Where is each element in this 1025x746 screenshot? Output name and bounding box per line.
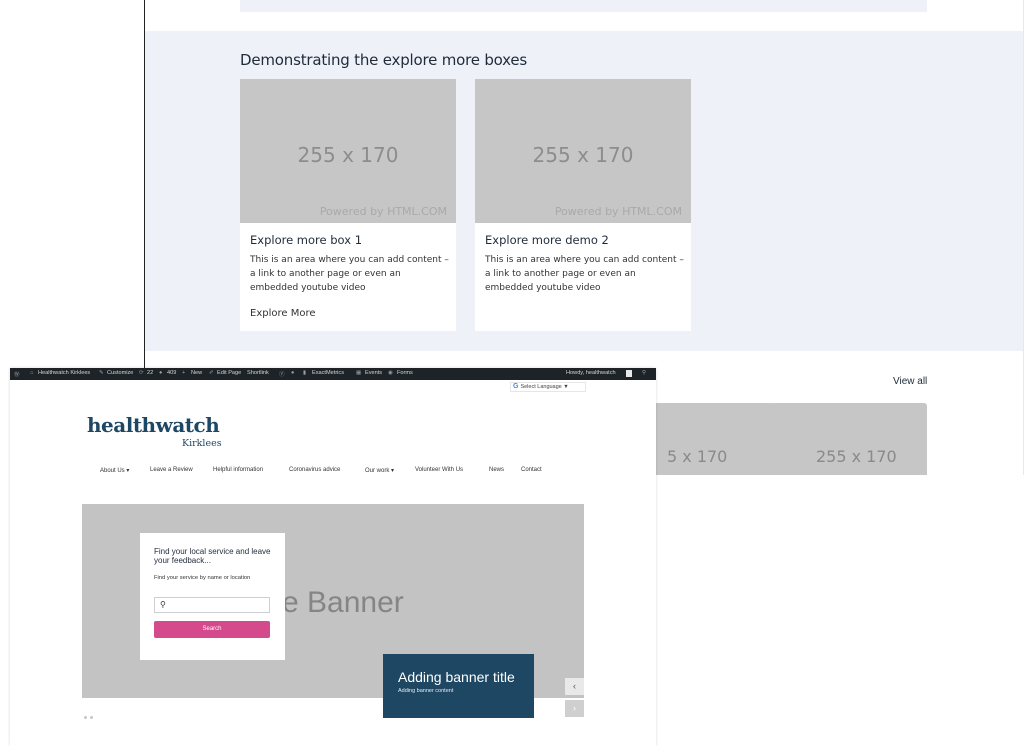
nav-coronavirus-advice[interactable]: Coronavirus advice	[289, 467, 340, 473]
page-edge	[1023, 0, 1024, 475]
card-title: Explore more box 1	[250, 233, 363, 247]
admin-customize-link[interactable]: Customize	[107, 370, 133, 376]
card-body: This is an area where you can add conten…	[485, 255, 684, 293]
bar-chart-icon: ▮	[303, 370, 307, 376]
explore-heading: Demonstrating the explore more boxes	[240, 51, 528, 69]
admin-shortlink[interactable]: Shortlink	[247, 370, 269, 376]
dashboard-icon: ⌂	[30, 370, 34, 376]
carousel-dot[interactable]	[90, 716, 93, 719]
lower-card-2[interactable]: 255 x 170	[769, 403, 927, 475]
wp-admin-bar: Ⓦ ⌂ Healthwatch Kirklees ✎ Customize ⟳ 2…	[10, 368, 656, 380]
nav-helpful-information[interactable]: Helpful information	[213, 467, 263, 473]
nav-about-us[interactable]: About Us ▾	[100, 467, 129, 474]
homepage-screenshot: Ⓦ ⌂ Healthwatch Kirklees ✎ Customize ⟳ 2…	[10, 368, 656, 746]
nav-volunteer[interactable]: Volunteer With Us	[415, 467, 463, 473]
powered-by-label: Powered by HTML.COM	[319, 205, 447, 218]
seo-icon[interactable]: Ⓨ	[279, 370, 285, 378]
google-g-icon: G	[513, 383, 519, 390]
explore-card-1[interactable]: 255 x 170 Powered by HTML.COM Explore mo…	[240, 79, 456, 331]
dropdown-caret-icon: ▼	[563, 384, 569, 390]
explore-card-2[interactable]: 255 x 170 Powered by HTML.COM Explore mo…	[475, 79, 691, 331]
brush-icon: ✎	[99, 370, 104, 376]
card-body: This is an area where you can add conten…	[250, 255, 449, 293]
search-icon[interactable]: ⚲	[642, 370, 646, 376]
carousel-next-button[interactable]: ›	[565, 700, 584, 717]
carousel-dot[interactable]	[84, 716, 87, 719]
service-search-card: Find your local service and leave your f…	[140, 533, 285, 660]
calendar-icon: ▦	[356, 370, 362, 376]
top-strip	[240, 0, 927, 12]
admin-updates-count[interactable]: 22	[147, 370, 153, 376]
search-card-title: Find your local service and leave your f…	[154, 547, 271, 565]
admin-site-link[interactable]: Healthwatch Kirklees	[38, 370, 90, 376]
powered-by-label: Powered by HTML.COM	[554, 205, 682, 218]
banner-title-box: Adding banner title Adding banner conten…	[383, 654, 534, 718]
pencil-icon: ✐	[209, 370, 214, 376]
image-size-label: 255 x 170	[816, 447, 897, 466]
wordpress-icon[interactable]: Ⓦ	[14, 370, 20, 378]
carousel-prev-button[interactable]: ‹	[565, 678, 584, 695]
search-button[interactable]: Search	[154, 621, 270, 638]
status-dot-icon: ●	[291, 370, 295, 376]
image-size-label: 255 x 170	[297, 143, 399, 167]
forms-icon: ◉	[388, 370, 393, 376]
view-all-link[interactable]: View all	[893, 376, 927, 387]
service-search-input[interactable]	[154, 597, 270, 613]
language-select-label: Select Language	[520, 384, 562, 390]
plus-icon: +	[182, 370, 186, 376]
search-card-subtitle: Find your service by name or location	[154, 575, 251, 581]
divider-line	[144, 0, 145, 372]
explore-more-link[interactable]: Explore More	[250, 308, 316, 319]
banner-placeholder-text: e Banner	[282, 586, 404, 619]
language-select[interactable]: G Select Language ▼	[510, 382, 586, 392]
carousel-dots	[84, 706, 96, 724]
admin-howdy[interactable]: Howdy, healthwatch	[566, 370, 616, 376]
banner-content: Adding banner content	[398, 688, 454, 694]
placeholder-image: 255 x 170 Powered by HTML.COM	[240, 79, 456, 223]
comment-icon: ●	[159, 370, 163, 376]
updates-icon: ⟳	[139, 370, 144, 376]
nav-our-work[interactable]: Our work ▾	[365, 467, 394, 474]
admin-exactmetrics-link[interactable]: ExactMetrics	[312, 370, 344, 376]
nav-news[interactable]: News	[489, 467, 504, 473]
admin-edit-page-link[interactable]: Edit Page	[217, 370, 241, 376]
avatar[interactable]	[626, 370, 632, 377]
placeholder-image: 255 x 170 Powered by HTML.COM	[475, 79, 691, 223]
logo[interactable]: healthwatch	[87, 413, 220, 437]
image-size-label: 5 x 170	[667, 447, 728, 466]
admin-events-link[interactable]: Events	[365, 370, 382, 376]
nav-contact[interactable]: Contact	[521, 467, 542, 473]
logo-subtitle: Kirklees	[182, 438, 222, 449]
banner-title: Adding banner title	[398, 669, 515, 685]
admin-forms-link[interactable]: Forms	[397, 370, 413, 376]
image-size-label: 255 x 170	[532, 143, 634, 167]
search-icon: ⚲	[160, 600, 166, 609]
nav-leave-review[interactable]: Leave a Review	[150, 467, 193, 473]
admin-new-link[interactable]: New	[191, 370, 202, 376]
card-title: Explore more demo 2	[485, 233, 609, 247]
admin-comments-count[interactable]: 409	[167, 370, 176, 376]
